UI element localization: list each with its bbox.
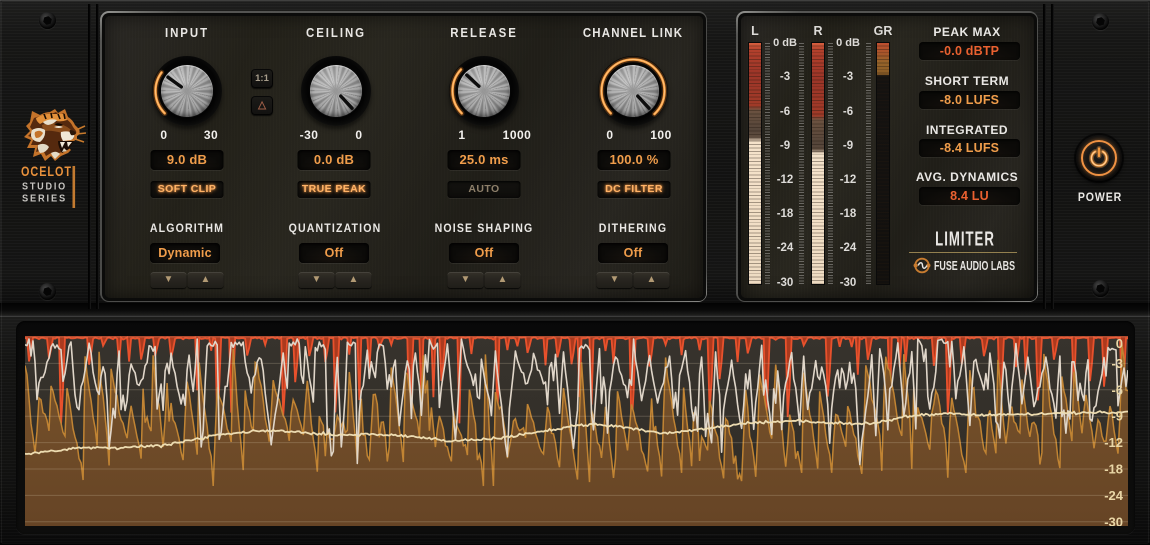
svg-text:-9: -9 (1111, 409, 1123, 424)
svg-text:-6: -6 (1111, 382, 1123, 397)
svg-text:SERIES: SERIES (22, 194, 67, 205)
svg-text:-24: -24 (1104, 488, 1124, 503)
svg-text:-3: -3 (1111, 356, 1123, 371)
svg-text:FUSE AUDIO LABS: FUSE AUDIO LABS (934, 258, 1015, 273)
svg-text:-18: -18 (1104, 462, 1123, 477)
svg-text:0: 0 (1116, 336, 1123, 351)
svg-text:OCELOT: OCELOT (21, 164, 72, 179)
svg-text:STUDIO: STUDIO (22, 182, 67, 193)
svg-text:-30: -30 (1104, 514, 1123, 526)
svg-text:-12: -12 (1104, 435, 1123, 450)
